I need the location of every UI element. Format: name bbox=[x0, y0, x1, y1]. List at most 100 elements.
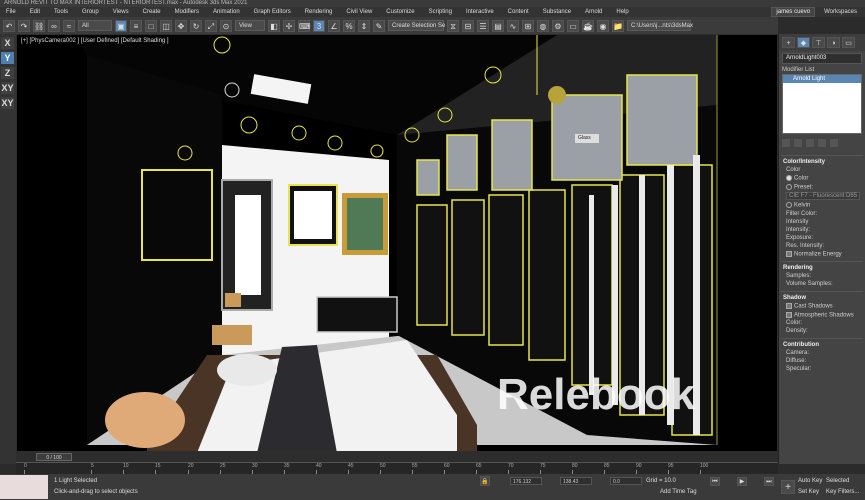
render-icon[interactable]: ☕ bbox=[582, 19, 594, 32]
shadow-density-field[interactable]: Density: bbox=[781, 327, 863, 335]
menu-animation[interactable]: Animation bbox=[207, 7, 248, 17]
folder-icon[interactable]: 📁 bbox=[612, 19, 624, 32]
pivot-icon[interactable]: ◧ bbox=[268, 19, 280, 32]
color-radio[interactable] bbox=[786, 175, 792, 181]
selection-filter-dropdown[interactable]: All bbox=[78, 20, 112, 31]
menu-file[interactable]: File bbox=[0, 7, 24, 17]
pin-stack-icon[interactable] bbox=[782, 139, 790, 147]
edit-named-selection-icon[interactable]: ✎ bbox=[373, 19, 385, 32]
menu-rendering[interactable]: Rendering bbox=[299, 7, 341, 17]
snap-toggle-icon[interactable]: 3 bbox=[313, 19, 325, 32]
menu-create[interactable]: Create bbox=[137, 7, 169, 17]
reference-coord-dropdown[interactable]: View bbox=[235, 20, 265, 31]
auto-key-button[interactable]: Auto Key bbox=[798, 478, 822, 484]
go-to-end-icon[interactable]: ⏭ bbox=[764, 477, 774, 486]
configure-sets-icon[interactable] bbox=[830, 139, 838, 147]
intensity-field[interactable]: Intensity: bbox=[781, 226, 863, 234]
menu-views[interactable]: Views bbox=[107, 7, 137, 17]
res-intensity-field[interactable]: Res. Intensity: bbox=[781, 242, 863, 250]
rollout-title[interactable]: Shadow bbox=[781, 292, 863, 302]
time-slider-thumb[interactable]: 0 / 100 bbox=[36, 453, 72, 461]
hierarchy-tab-icon[interactable]: ⊤ bbox=[812, 37, 825, 48]
set-key-icon[interactable]: + bbox=[781, 480, 795, 494]
schematic-view-icon[interactable]: ⊞ bbox=[522, 19, 534, 32]
set-key-button[interactable]: Set Key bbox=[798, 489, 819, 495]
lock-selection-icon[interactable]: 🔒 bbox=[480, 476, 490, 486]
remove-modifier-icon[interactable] bbox=[818, 139, 826, 147]
angle-snap-icon[interactable]: ∠ bbox=[328, 19, 340, 32]
window-crossing-icon[interactable]: ◫ bbox=[160, 19, 172, 32]
atmospheric-shadows-checkbox[interactable] bbox=[786, 311, 792, 318]
axis-x-button[interactable]: X bbox=[1, 37, 14, 49]
menu-modifiers[interactable]: Modifiers bbox=[169, 7, 207, 17]
camera-field[interactable]: Camera: bbox=[781, 349, 863, 357]
x-coordinate-field[interactable]: 176.132 bbox=[510, 477, 542, 485]
motion-tab-icon[interactable]: ◑ bbox=[827, 37, 840, 48]
axis-xy-alt-button[interactable]: XY bbox=[1, 97, 14, 109]
link-icon[interactable]: ⛓ bbox=[33, 19, 45, 32]
rollout-title[interactable]: Rendering bbox=[781, 262, 863, 272]
cast-shadows-checkbox[interactable] bbox=[786, 303, 792, 310]
select-object-icon[interactable]: ▣ bbox=[115, 19, 127, 32]
workspaces-label[interactable]: Workspaces bbox=[818, 7, 865, 17]
time-slider[interactable]: 0 / 100 bbox=[16, 452, 778, 462]
key-filters-button[interactable]: Key Filters... bbox=[826, 489, 859, 495]
preset-radio[interactable] bbox=[786, 183, 792, 190]
select-by-name-icon[interactable]: ≡ bbox=[130, 19, 142, 32]
menu-help[interactable]: Help bbox=[610, 7, 636, 17]
go-to-start-icon[interactable]: ⏮ bbox=[710, 477, 720, 486]
modifier-list-dropdown[interactable]: Modifier List bbox=[782, 67, 862, 73]
named-selection-set-dropdown[interactable]: Create Selection Se bbox=[388, 20, 445, 31]
make-unique-icon[interactable] bbox=[806, 139, 814, 147]
arnold-render-icon[interactable]: ◉ bbox=[597, 19, 609, 32]
scale-icon[interactable]: ⤢ bbox=[205, 19, 217, 32]
keyboard-shortcut-icon[interactable]: ⌨ bbox=[298, 19, 311, 32]
rollout-title[interactable]: Color/Intensity bbox=[781, 156, 863, 166]
kelvin-radio[interactable] bbox=[786, 202, 792, 209]
diffuse-field[interactable]: Diffuse: bbox=[781, 357, 863, 365]
camera-viewport[interactable]: [+] [PhysCamera002 ] [User Defined] [Def… bbox=[16, 34, 778, 452]
specular-field[interactable]: Specular: bbox=[781, 365, 863, 373]
z-coordinate-field[interactable]: 0.0 bbox=[610, 477, 642, 485]
rotate-icon[interactable]: ↻ bbox=[190, 19, 202, 32]
rollout-title[interactable]: Contribution bbox=[781, 339, 863, 349]
viewport-label[interactable]: [+] [PhysCamera002 ] [User Defined] [Def… bbox=[21, 38, 169, 44]
play-icon[interactable]: ▶ bbox=[737, 477, 747, 486]
menu-substance[interactable]: Substance bbox=[537, 7, 579, 17]
menu-arnold[interactable]: Arnold bbox=[579, 7, 610, 17]
menu-content[interactable]: Content bbox=[502, 7, 537, 17]
menu-edit[interactable]: Edit bbox=[24, 7, 48, 17]
layer-explorer-icon[interactable]: ☰ bbox=[477, 19, 489, 32]
rendered-frame-icon[interactable]: ▭ bbox=[567, 19, 579, 32]
curve-editor-icon[interactable]: ∿ bbox=[507, 19, 519, 32]
display-tab-icon[interactable]: ▭ bbox=[842, 37, 855, 48]
menu-civil-view[interactable]: Civil View bbox=[340, 7, 380, 17]
toggle-ribbon-icon[interactable]: ▤ bbox=[492, 19, 504, 32]
menu-scripting[interactable]: Scripting bbox=[423, 7, 460, 17]
menu-group[interactable]: Group bbox=[76, 7, 107, 17]
preset-dropdown[interactable]: CIE F7 - Fluorescent D65 bbox=[786, 192, 861, 201]
object-name-field[interactable]: ArnoldLight003 bbox=[782, 53, 862, 64]
undo-icon[interactable]: ↶ bbox=[3, 19, 15, 32]
menu-tools[interactable]: Tools bbox=[48, 7, 76, 17]
modify-tab-icon[interactable]: ◆ bbox=[797, 37, 810, 48]
create-tab-icon[interactable]: + bbox=[782, 37, 795, 48]
add-time-tag[interactable]: Add Time Tag bbox=[660, 489, 697, 495]
maxscript-listener[interactable] bbox=[0, 475, 48, 499]
shadow-color-field[interactable]: Color: bbox=[781, 319, 863, 327]
menu-graph-editors[interactable]: Graph Editors bbox=[248, 7, 299, 17]
percent-snap-icon[interactable]: % bbox=[343, 19, 355, 32]
spinner-snap-icon[interactable]: ⇕ bbox=[358, 19, 370, 32]
move-icon[interactable]: ✥ bbox=[175, 19, 187, 32]
mirror-icon[interactable]: ⧖ bbox=[447, 19, 459, 32]
material-editor-icon[interactable]: ◍ bbox=[537, 19, 549, 32]
user-account[interactable]: james cuevo bbox=[771, 7, 816, 17]
project-path-field[interactable]: C:\Users\j...nts\3dsMax bbox=[627, 20, 693, 31]
axis-y-button[interactable]: Y bbox=[1, 52, 14, 64]
axis-xy-button[interactable]: XY bbox=[1, 82, 14, 94]
selected-dropdown[interactable]: Selected bbox=[826, 478, 849, 484]
place-icon[interactable]: ⊙ bbox=[220, 19, 232, 32]
bind-space-warp-icon[interactable]: ≈ bbox=[63, 19, 75, 32]
select-manipulate-icon[interactable]: ✢ bbox=[283, 19, 295, 32]
render-setup-icon[interactable]: ⚙ bbox=[552, 19, 564, 32]
